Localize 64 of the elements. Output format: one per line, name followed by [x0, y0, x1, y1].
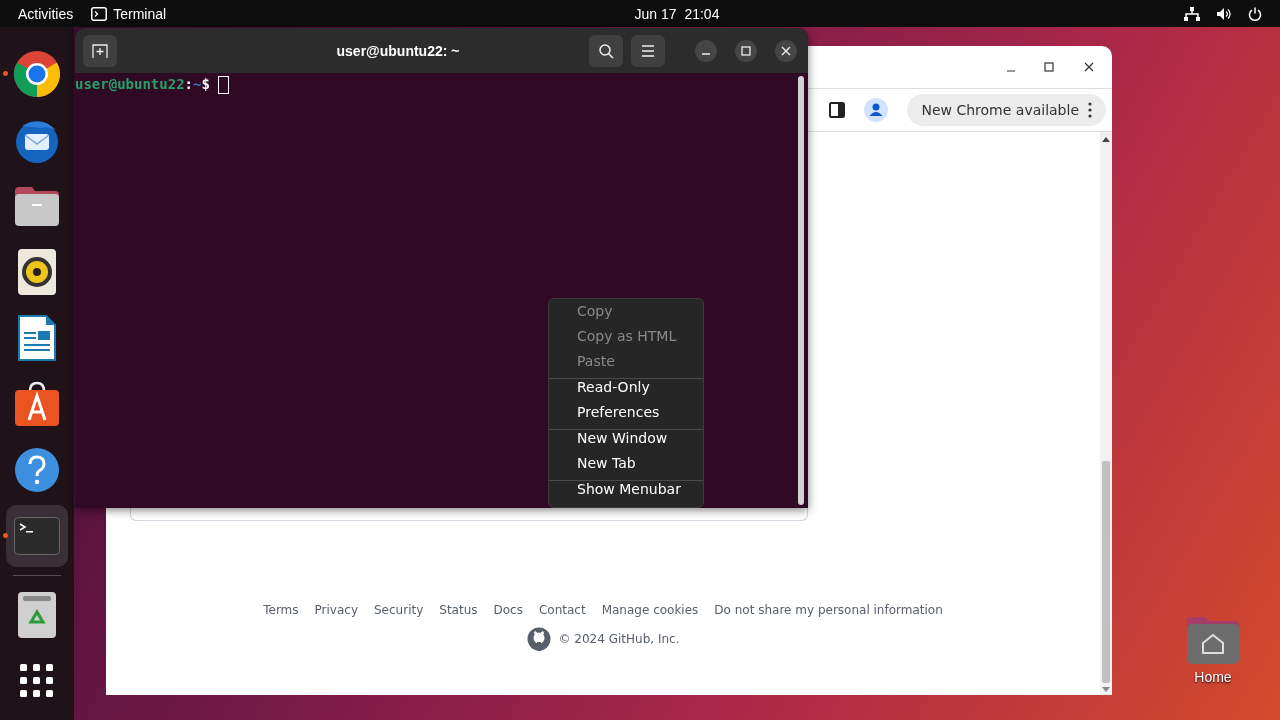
close-icon	[781, 45, 791, 56]
footer-link[interactable]: Manage cookies	[601, 603, 699, 617]
prompt-symbol: $	[201, 76, 210, 92]
side-panel-icon[interactable]	[829, 102, 846, 118]
prompt-path: ~	[193, 76, 202, 92]
footer-link[interactable]: Privacy	[314, 603, 358, 617]
chrome-icon[interactable]	[13, 50, 61, 98]
more-icon[interactable]	[1088, 102, 1092, 118]
close-button[interactable]	[775, 39, 797, 62]
menu-item[interactable]: New Tab	[549, 455, 703, 480]
clock[interactable]: Jun 17 21:04	[634, 5, 720, 22]
terminal-icon[interactable]	[14, 517, 60, 555]
maximize-icon	[741, 45, 751, 56]
shortcut-label: Home	[1194, 669, 1232, 685]
running-indicator	[3, 71, 8, 76]
scroll-up-icon[interactable]	[1102, 136, 1110, 142]
running-indicator	[3, 533, 8, 538]
footer-link[interactable]: Status	[439, 603, 478, 617]
menu-icon	[641, 44, 655, 57]
footer-link[interactable]: Docs	[493, 603, 523, 617]
new-tab-icon	[92, 43, 108, 58]
minimize-button[interactable]	[695, 39, 717, 62]
power-icon[interactable]	[1248, 6, 1262, 21]
footer-link[interactable]: Terms	[263, 603, 299, 617]
home-folder-icon	[1185, 615, 1241, 665]
octocat-icon	[526, 627, 551, 651]
help-icon[interactable]	[14, 447, 60, 493]
prompt-separator: :	[184, 76, 193, 92]
update-button[interactable]: New Chrome available	[907, 94, 1106, 126]
footer-link[interactable]: Do not share my personal information	[714, 603, 943, 617]
speaker-icon[interactable]	[18, 249, 56, 295]
footer-link[interactable]: Contact	[538, 603, 586, 617]
profile-icon[interactable]	[864, 98, 889, 122]
search-button[interactable]	[589, 34, 623, 67]
menu-item[interactable]: Show Menubar	[549, 481, 703, 506]
document-icon[interactable]	[18, 315, 56, 361]
folder-icon[interactable]	[14, 185, 60, 227]
network-icon[interactable]	[1184, 6, 1200, 21]
copyright-text: © 2024 GitHub, Inc.	[558, 632, 680, 646]
search-icon	[598, 42, 614, 59]
maximize-button[interactable]	[735, 39, 757, 62]
prompt-user: user@ubuntu22	[75, 76, 185, 92]
shopping-bag-icon[interactable]	[14, 381, 60, 427]
app-menu[interactable]: Terminal	[113, 5, 167, 22]
minimize-icon[interactable]	[1006, 70, 1016, 72]
menu-item[interactable]: Preferences	[549, 404, 703, 429]
scrollbar[interactable]	[1100, 132, 1112, 695]
desktop-shortcut[interactable]: Home	[1180, 615, 1246, 685]
menu-button[interactable]	[631, 34, 665, 67]
activities-button[interactable]: Activities	[18, 5, 74, 22]
terminal-icon	[91, 6, 108, 21]
menu-item[interactable]: Read-Only	[549, 379, 703, 404]
footer-link[interactable]: Security	[374, 603, 424, 617]
new-tab-button[interactable]	[83, 34, 117, 67]
window-title: user@ubuntu22: ~	[335, 42, 461, 59]
app-grid-icon[interactable]	[20, 664, 54, 698]
minimize-icon	[702, 52, 710, 55]
close-icon[interactable]	[1082, 60, 1096, 74]
maximize-icon[interactable]	[1042, 60, 1056, 74]
menu-item[interactable]: New Window	[549, 430, 703, 455]
volume-icon[interactable]	[1216, 6, 1232, 21]
scrollbar[interactable]	[798, 76, 804, 505]
scroll-down-icon[interactable]	[1102, 687, 1110, 693]
text-cursor	[217, 76, 229, 94]
